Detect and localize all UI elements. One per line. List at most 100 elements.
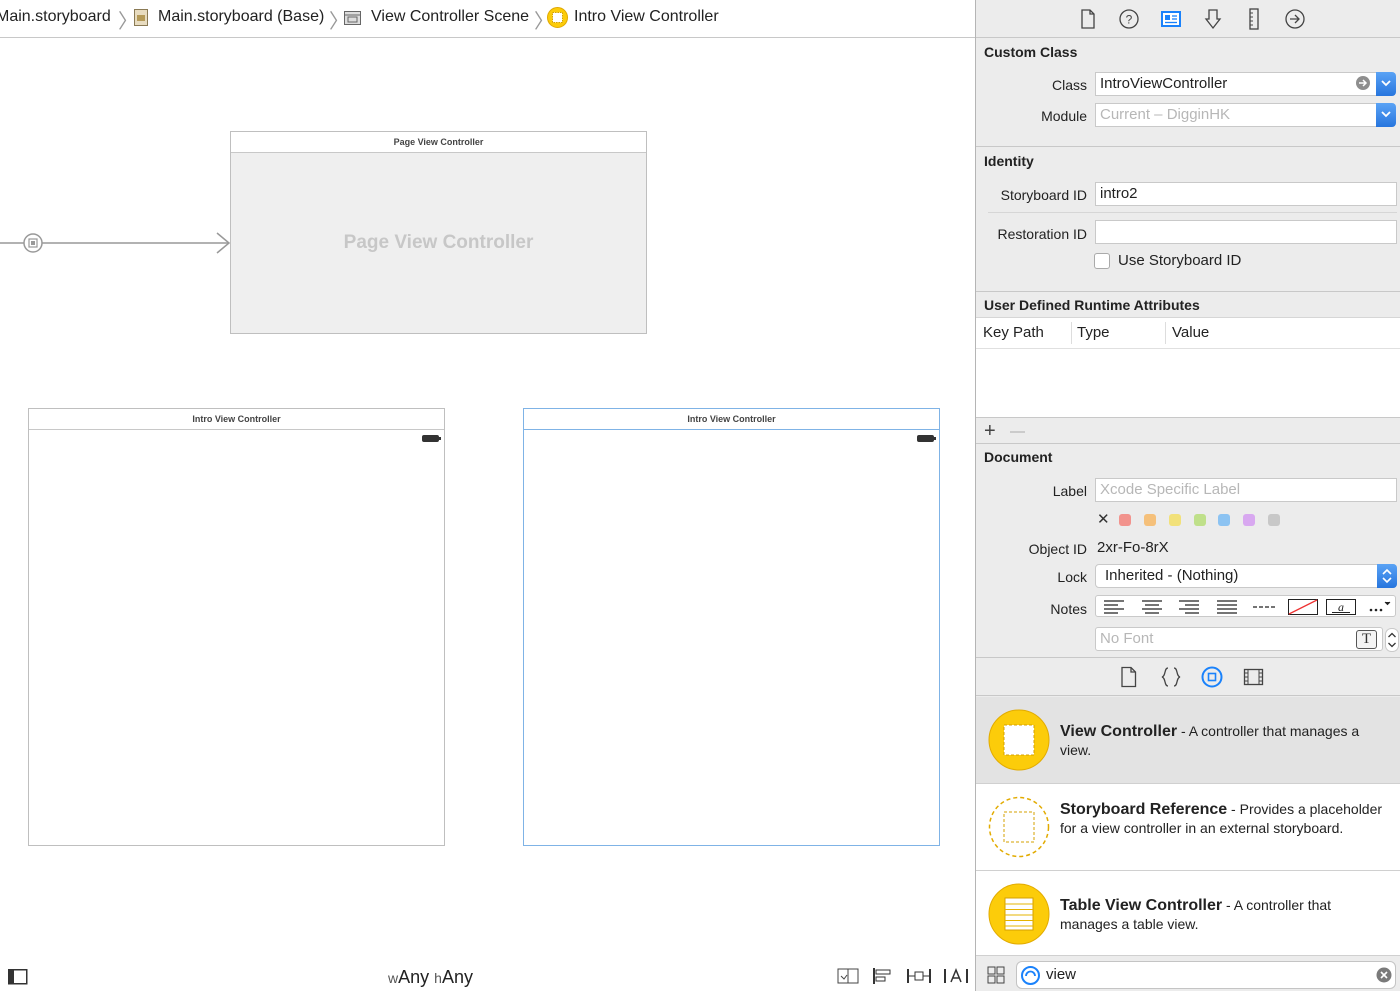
label-color-swatch-gray[interactable] — [1268, 514, 1280, 526]
breadcrumb-item-storyboard[interactable]: Main.storyboard — [0, 8, 111, 26]
xcode-label-field[interactable]: Xcode Specific Label — [1095, 478, 1397, 502]
align-natural-icon[interactable] — [1253, 600, 1275, 614]
library-filter-value: view — [1046, 966, 1077, 983]
more-options-icon[interactable] — [1368, 600, 1392, 614]
align-icon[interactable] — [872, 967, 894, 985]
background-color-icon[interactable]: a — [1326, 599, 1356, 615]
library-item-view-controller[interactable]: View Controller - A controller that mana… — [976, 697, 1400, 784]
align-left-icon[interactable] — [1104, 600, 1124, 614]
connections-inspector-icon[interactable] — [1284, 8, 1306, 30]
align-right-icon[interactable] — [1179, 600, 1199, 614]
page-view-controller-scene[interactable]: Page View Controller Page View Controlle… — [230, 131, 647, 334]
intro-view-controller-scene-selected[interactable]: Intro View Controller — [523, 408, 940, 846]
scene-title: Intro View Controller — [29, 409, 444, 430]
runtime-attributes-table[interactable]: Key Path Type Value — [976, 317, 1400, 418]
pin-icon[interactable] — [907, 967, 931, 985]
lock-popup[interactable]: Inherited - (Nothing) — [1095, 564, 1397, 588]
library-item-title: View Controller — [1060, 723, 1178, 740]
align-justify-icon[interactable] — [1217, 600, 1237, 614]
scene-placeholder-label: Page View Controller — [343, 232, 534, 253]
class-dropdown-button[interactable] — [1376, 72, 1396, 96]
clear-label-color-button[interactable]: ✕ — [1097, 510, 1110, 528]
table-header: Key Path Type Value — [976, 318, 1400, 349]
label-color-swatch-orange[interactable] — [1144, 514, 1156, 526]
label-color-swatch-green[interactable] — [1194, 514, 1206, 526]
size-inspector-icon[interactable] — [1243, 8, 1265, 30]
library-item-title: Storyboard Reference — [1060, 801, 1228, 818]
attributes-inspector-icon[interactable] — [1202, 8, 1224, 30]
stack-icon[interactable] — [837, 967, 859, 985]
module-dropdown-button[interactable] — [1376, 103, 1396, 127]
size-class-selector[interactable]: wAny hAny — [388, 967, 473, 988]
label-color-swatch-red[interactable] — [1119, 514, 1131, 526]
inspector-tab-bar: ? — [976, 0, 1400, 38]
column-divider — [1165, 322, 1166, 344]
filter-scope-icon — [1021, 966, 1040, 985]
grid-view-icon[interactable] — [987, 966, 1005, 984]
custom-class-section-title: Custom Class — [984, 44, 1078, 60]
media-library-icon[interactable] — [1243, 667, 1265, 687]
column-header-key-path[interactable]: Key Path — [983, 324, 1044, 341]
jump-bar: Main.storyboard 〉 Main.storyboard (Base)… — [0, 0, 975, 38]
class-field[interactable]: IntroViewController — [1095, 72, 1378, 96]
chevron-down-icon — [1381, 80, 1391, 87]
label-color-swatch-purple[interactable] — [1243, 514, 1255, 526]
storyboard-reference-icon — [988, 796, 1050, 858]
scene-title: Page View Controller — [231, 132, 646, 153]
column-header-value[interactable]: Value — [1172, 324, 1209, 341]
library-filter-bar: view — [976, 956, 1400, 991]
library-item-table-view-controller[interactable]: Table View Controller - A controller tha… — [976, 871, 1400, 956]
restoration-id-field[interactable] — [1095, 220, 1397, 244]
column-header-type[interactable]: Type — [1077, 324, 1110, 341]
label-color-swatch-blue[interactable] — [1218, 514, 1230, 526]
font-picker-icon[interactable]: T — [1356, 630, 1377, 649]
resolve-auto-layout-icon[interactable] — [944, 967, 968, 985]
add-attribute-button[interactable]: + — [984, 420, 996, 442]
file-inspector-icon[interactable] — [1077, 8, 1099, 30]
align-center-icon[interactable] — [1142, 600, 1162, 614]
library-filter-field[interactable]: view — [1016, 961, 1396, 989]
size-class-w-prefix: w — [388, 970, 399, 986]
size-class-w-value: Any — [398, 967, 430, 987]
module-field[interactable]: Current – DigginHK — [1095, 103, 1378, 127]
text-color-icon[interactable] — [1288, 599, 1318, 615]
use-storyboard-id-label: Use Storyboard ID — [1118, 252, 1242, 269]
remove-attribute-button[interactable]: — — [1010, 421, 1025, 443]
library-tab-bar — [976, 658, 1400, 696]
identity-section-title: Identity — [984, 153, 1034, 169]
class-label: Class — [1051, 77, 1087, 93]
library-item-storyboard-reference[interactable]: Storyboard Reference - Provides a placeh… — [976, 784, 1400, 871]
notes-label: Notes — [1050, 601, 1087, 617]
initial-controller-arrow[interactable] — [0, 230, 232, 256]
restoration-id-label: Restoration ID — [997, 226, 1087, 242]
code-snippet-icon[interactable] — [1160, 666, 1182, 688]
storyboard-id-field[interactable]: intro2 — [1095, 182, 1397, 206]
library-item-description: Table View Controller - A controller tha… — [1060, 896, 1390, 933]
breadcrumb-item-scene[interactable]: View Controller Scene — [371, 8, 529, 26]
quick-help-icon[interactable]: ? — [1118, 8, 1140, 30]
breadcrumb-item-storyboard-base[interactable]: Main.storyboard (Base) — [158, 8, 324, 26]
storyboard-canvas[interactable]: Main.storyboard 〉 Main.storyboard (Base)… — [0, 0, 975, 991]
breadcrumb-item-view-controller[interactable]: Intro View Controller — [574, 8, 719, 26]
font-field[interactable]: No Font — [1095, 627, 1383, 651]
use-storyboard-id-checkbox[interactable] — [1094, 253, 1110, 269]
svg-text:a: a — [1338, 600, 1344, 614]
font-size-stepper-icon[interactable] — [1385, 628, 1399, 652]
scene-icon — [344, 11, 361, 25]
identity-inspector-icon[interactable] — [1160, 8, 1182, 30]
document-outline-toggle-icon[interactable] — [8, 969, 28, 985]
clear-search-icon[interactable] — [1376, 967, 1392, 983]
intro-view-controller-scene[interactable]: Intro View Controller — [28, 408, 445, 846]
column-divider — [1071, 322, 1072, 344]
object-id-value: 2xr-Fo-8rX — [1097, 539, 1169, 556]
row-divider — [988, 212, 1397, 213]
object-id-label: Object ID — [1028, 541, 1087, 557]
go-to-class-arrow-icon[interactable] — [1355, 75, 1371, 91]
scene-title: Intro View Controller — [524, 409, 939, 430]
size-class-h-prefix: h — [434, 970, 442, 986]
file-template-icon[interactable] — [1119, 666, 1139, 688]
object-library-icon[interactable] — [1201, 666, 1223, 688]
notes-toolbar: a — [1095, 595, 1396, 617]
up-down-chevron-icon — [1382, 568, 1392, 584]
label-color-swatch-yellow[interactable] — [1169, 514, 1181, 526]
